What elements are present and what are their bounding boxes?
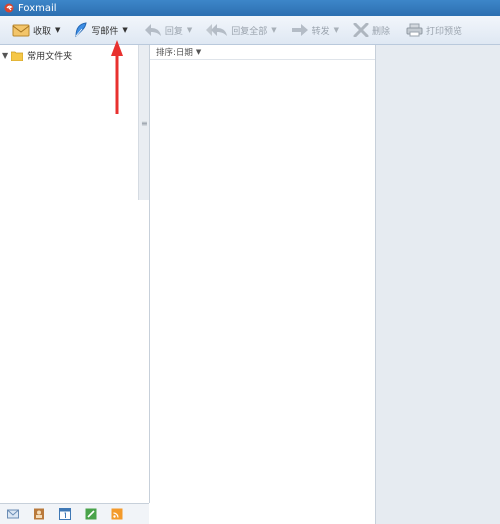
receive-button[interactable]: 收取 ▼: [8, 18, 64, 42]
chevron-down-icon[interactable]: ▼: [187, 26, 192, 34]
module-switcher: [0, 503, 149, 524]
expand-triangle-icon[interactable]: ▼: [2, 51, 8, 60]
notes-icon[interactable]: [85, 508, 97, 520]
forward-button[interactable]: 转发 ▼: [287, 18, 343, 42]
foxmail-logo-icon: [4, 3, 14, 13]
toolbar: 收取 ▼ 写邮件 ▼ 回复 ▼ 回复全部 ▼ 转发 ▼ 删除 打印预览: [0, 16, 500, 45]
reply-all-label: 回复全部: [231, 26, 268, 37]
folder-scrollbar[interactable]: ≡: [138, 45, 149, 200]
reply-icon: [144, 24, 161, 36]
title-bar: Foxmail: [0, 0, 500, 16]
printer-icon: [406, 23, 423, 37]
chevron-down-icon[interactable]: ▼: [196, 48, 201, 56]
folder-item-favorites[interactable]: ▼ 常用文件夹: [2, 49, 72, 62]
forward-label: 转发: [311, 26, 330, 37]
folder-pane: ▼ 常用文件夹 ≡: [0, 45, 150, 503]
chevron-down-icon[interactable]: ▼: [334, 26, 339, 34]
message-list-pane: 排序:日期 ▼: [150, 45, 376, 524]
scroll-grip-icon[interactable]: ≡: [141, 119, 148, 128]
delete-label: 删除: [372, 26, 391, 37]
sort-selector[interactable]: 排序:日期 ▼: [150, 45, 375, 60]
sort-label: 排序:日期: [156, 48, 193, 58]
delete-button[interactable]: 删除: [349, 18, 394, 42]
rss-icon[interactable]: [111, 508, 123, 520]
reply-all-button[interactable]: 回复全部 ▼: [202, 18, 280, 42]
receive-label: 收取: [33, 26, 52, 37]
reply-all-icon: [206, 24, 228, 36]
calendar-icon[interactable]: [59, 508, 71, 520]
window-title: Foxmail: [18, 2, 57, 14]
reply-label: 回复: [164, 26, 183, 37]
print-preview-button[interactable]: 打印预览: [402, 18, 466, 42]
chevron-down-icon[interactable]: ▼: [122, 26, 127, 34]
envelope-icon: [12, 24, 30, 37]
forward-icon: [291, 24, 308, 36]
folder-icon: [11, 51, 24, 61]
compose-button[interactable]: 写邮件 ▼: [70, 18, 131, 42]
folder-label: 常用文件夹: [27, 52, 73, 62]
print-preview-label: 打印预览: [426, 26, 463, 37]
preview-pane: [376, 45, 500, 524]
delete-x-icon: [353, 23, 369, 37]
chevron-down-icon[interactable]: ▼: [271, 26, 276, 34]
reply-button[interactable]: 回复 ▼: [140, 18, 196, 42]
feather-pen-icon: [75, 22, 88, 38]
compose-label: 写邮件: [91, 26, 119, 37]
contacts-icon[interactable]: [33, 508, 45, 520]
chevron-down-icon[interactable]: ▼: [55, 26, 60, 34]
mail-icon[interactable]: [7, 508, 19, 520]
